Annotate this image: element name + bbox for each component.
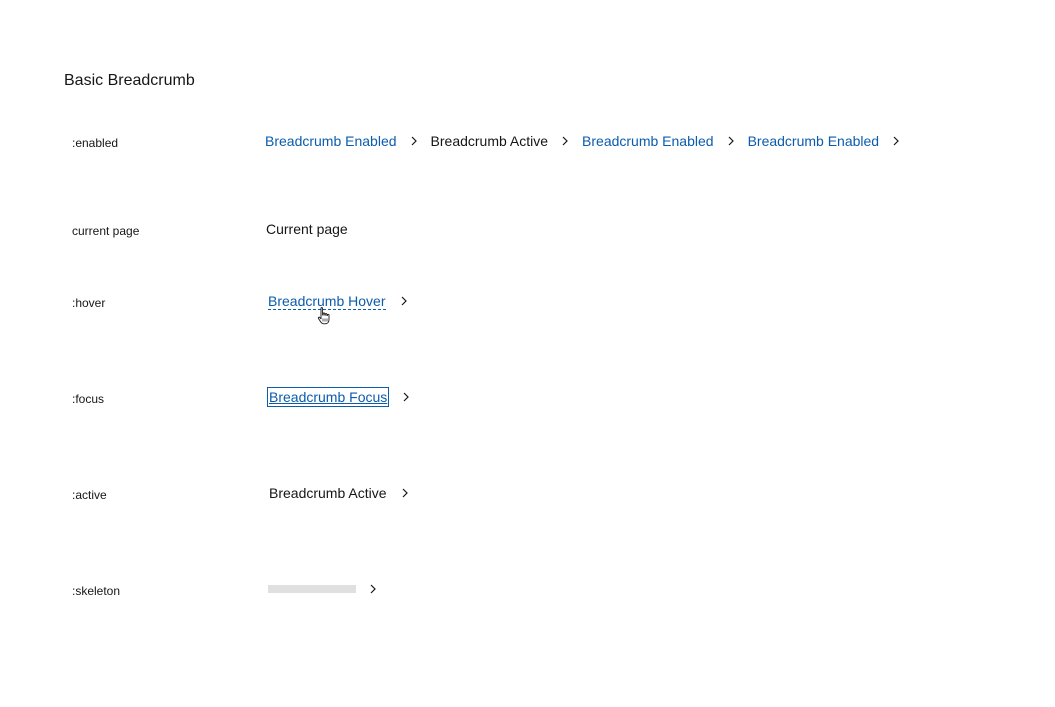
breadcrumb-item: Breadcrumb Enabled — [748, 132, 914, 150]
row-label-active: :active — [72, 488, 107, 502]
breadcrumb-item: Breadcrumb Hover — [268, 293, 421, 310]
breadcrumb-item — [268, 581, 390, 597]
chevron-right-icon — [888, 133, 904, 149]
row-label-focus: :focus — [72, 392, 105, 406]
row-label-enabled: :enabled — [72, 136, 119, 150]
breadcrumb-link[interactable]: Breadcrumb Enabled — [582, 132, 714, 150]
breadcrumb-active: Breadcrumb Active — [269, 483, 422, 503]
chevron-right-icon — [406, 133, 422, 149]
row-label-hover: :hover — [72, 296, 106, 310]
chevron-right-icon — [723, 133, 739, 149]
breadcrumb-item: Breadcrumb Enabled — [265, 132, 431, 150]
skeleton-placeholder — [268, 585, 356, 593]
row-label-current-page: current page — [72, 224, 140, 238]
breadcrumb-link[interactable]: Breadcrumb Enabled — [748, 132, 880, 150]
breadcrumb-current-page: Current page — [266, 219, 348, 239]
chevron-right-icon — [557, 133, 573, 149]
breadcrumb-active-text[interactable]: Breadcrumb Active — [431, 132, 549, 150]
chevron-right-icon — [396, 293, 412, 309]
breadcrumb-focus-link[interactable]: Breadcrumb Focus — [266, 387, 390, 407]
breadcrumb-item: Breadcrumb Active — [269, 484, 422, 502]
breadcrumb-current-text: Current page — [266, 221, 348, 237]
breadcrumb-link[interactable]: Breadcrumb Enabled — [265, 132, 397, 150]
breadcrumb-active-link[interactable]: Breadcrumb Active — [269, 484, 387, 502]
chevron-right-icon — [398, 389, 414, 405]
breadcrumb-item: Breadcrumb Enabled — [582, 132, 748, 150]
breadcrumb-item: Breadcrumb Focus — [266, 387, 423, 407]
breadcrumb-skeleton — [268, 579, 390, 599]
breadcrumb-hover: Breadcrumb Hover — [268, 291, 421, 311]
row-label-skeleton: :skeleton — [72, 584, 121, 598]
breadcrumb-item: Breadcrumb Active — [431, 132, 583, 150]
chevron-right-icon — [365, 581, 381, 597]
hand-pointer-icon — [316, 306, 334, 326]
breadcrumb-focus: Breadcrumb Focus — [266, 387, 423, 407]
breadcrumb-enabled: Breadcrumb Enabled Breadcrumb Active Bre… — [265, 131, 913, 151]
chevron-right-icon — [397, 485, 413, 501]
page-title: Basic Breadcrumb — [64, 72, 195, 89]
